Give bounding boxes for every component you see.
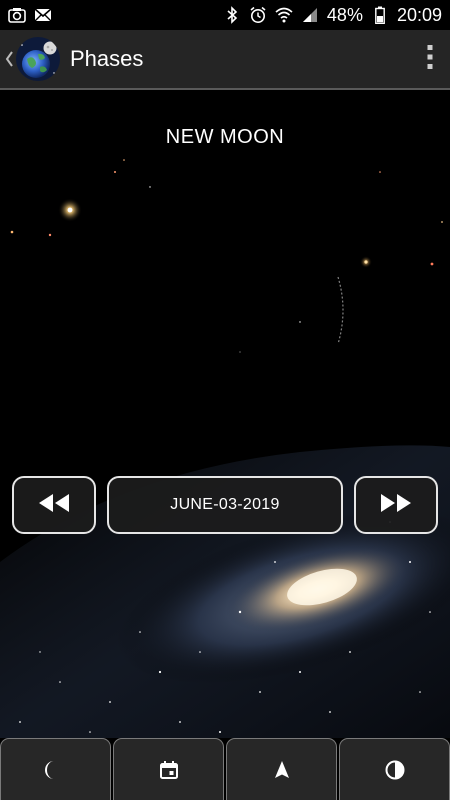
battery-percentage: 48% (326, 4, 363, 25)
up-button[interactable] (0, 29, 60, 89)
tab-calendar[interactable] (113, 738, 224, 800)
bluetooth-icon (223, 6, 241, 24)
main-content: NEW MOON JUNE-03-2019 (0, 92, 450, 738)
signal-icon (301, 6, 319, 24)
status-right: 48% 20:09 (223, 5, 442, 26)
alarm-icon (249, 6, 267, 24)
navigation-arrow-icon (271, 759, 293, 781)
tab-illumination[interactable] (339, 738, 450, 800)
date-label: JUNE-03-2019 (170, 496, 280, 513)
screenshot-icon (8, 6, 26, 24)
status-bar: 48% 20:09 (0, 0, 450, 30)
wifi-icon (275, 6, 293, 24)
previous-date-button[interactable] (12, 476, 96, 534)
date-navigation: JUNE-03-2019 (0, 476, 450, 538)
app-title: Phases (70, 46, 144, 71)
space-background (0, 92, 450, 738)
rewind-icon (37, 492, 71, 519)
fast-forward-icon (379, 492, 413, 519)
battery-icon (371, 6, 389, 24)
crescent-moon-icon (44, 759, 67, 781)
next-date-button[interactable] (354, 476, 438, 534)
half-contrast-icon (384, 759, 406, 781)
chevron-left-icon (4, 49, 14, 69)
date-button[interactable]: JUNE-03-2019 (107, 476, 343, 534)
overflow-menu-button[interactable] (410, 29, 450, 89)
calendar-icon (158, 759, 180, 781)
overflow-menu-icon (426, 44, 434, 75)
phases-screen: 48% 20:09 Phases NEW MOON JUNE-03-2019 (0, 0, 450, 800)
tab-location[interactable] (226, 738, 337, 800)
action-bar: Phases (0, 30, 450, 90)
status-left (8, 6, 52, 24)
phase-name: NEW MOON (165, 126, 285, 148)
tab-phases[interactable] (0, 738, 111, 800)
clock: 20:09 (396, 4, 442, 25)
email-icon (34, 6, 52, 24)
earth-moon-app-icon (16, 37, 60, 81)
bottom-tab-bar (0, 738, 450, 800)
